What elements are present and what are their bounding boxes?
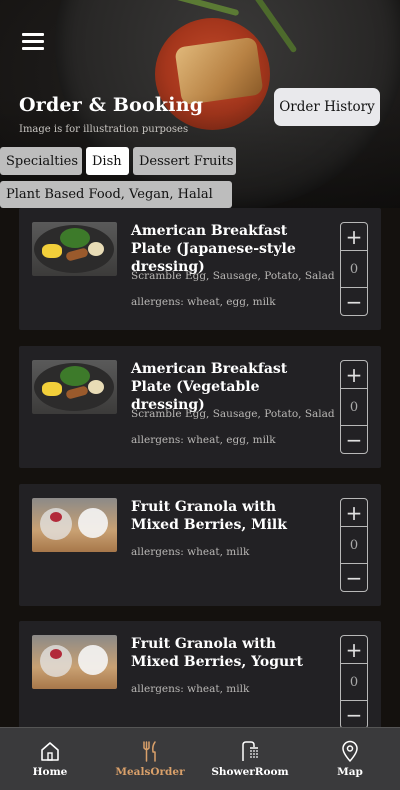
nav-label: ShowerRoom [211, 766, 289, 778]
quantity-value: 0 [349, 674, 359, 690]
increment-button[interactable]: + [341, 223, 367, 251]
nav-label: Map [337, 766, 363, 778]
tab-specialties[interactable]: Specialties [0, 147, 82, 175]
image-disclaimer: Image is for illustration purposes [19, 124, 189, 135]
dish-title: Fruit Granola with Mixed Berries, Yogurt [131, 636, 304, 670]
decrement-button[interactable]: − [341, 287, 367, 315]
shower-icon [242, 741, 258, 761]
tab-plant-based[interactable]: Plant Based Food, Vegan, Halal [0, 181, 232, 208]
increment-button[interactable]: + [341, 499, 367, 527]
quantity-stepper: + 0 − [340, 222, 368, 316]
decrement-button[interactable]: − [341, 563, 367, 591]
dish-title: American Breakfast Plate (Japanese-style… [131, 223, 296, 275]
quantity-value: 0 [349, 261, 359, 277]
tab-dish[interactable]: Dish [86, 147, 129, 175]
decrement-button[interactable]: − [341, 425, 367, 453]
menu-item-card: Fruit Granola with Mixed Berries, Yogurt… [19, 621, 381, 727]
quantity-stepper: + 0 − [340, 635, 368, 727]
nav-label: MealsOrder [115, 766, 185, 778]
home-icon [41, 742, 59, 761]
menu-item-card: Fruit Granola with Mixed Berries, Milk a… [19, 484, 381, 606]
nav-shower-room[interactable]: ShowerRoom [200, 728, 300, 790]
dish-allergens: allergens: wheat, egg, milk [131, 296, 276, 308]
dish-title: Fruit Granola with Mixed Berries, Milk [131, 499, 287, 533]
menu-item-list[interactable]: American Breakfast Plate (Japanese-style… [0, 208, 400, 727]
page-title: Order & Booking [19, 94, 204, 116]
dish-image [32, 498, 117, 552]
dish-description: Scramble Egg, Sausage, Potato, Salad [131, 408, 335, 420]
hamburger-menu-icon[interactable] [22, 33, 44, 51]
nav-label: Home [32, 766, 68, 778]
nav-home[interactable]: Home [0, 728, 100, 790]
increment-button[interactable]: + [341, 636, 367, 664]
increment-button[interactable]: + [341, 361, 367, 389]
dish-allergens: allergens: wheat, milk [131, 546, 250, 558]
map-pin-icon [342, 740, 358, 762]
dish-allergens: allergens: wheat, egg, milk [131, 434, 276, 446]
quantity-value: 0 [349, 537, 359, 553]
menu-item-card: American Breakfast Plate (Japanese-style… [19, 208, 381, 330]
bottom-navigation: Home MealsOrder ShowerRoom Map [0, 727, 400, 790]
header-banner: Order & Booking Image is for illustratio… [0, 0, 400, 208]
nav-meals-order[interactable]: MealsOrder [100, 728, 200, 790]
dish-image [32, 360, 117, 414]
dish-image [32, 635, 117, 689]
dish-title: American Breakfast Plate (Vegetable dres… [131, 361, 288, 413]
dish-description: Scramble Egg, Sausage, Potato, Salad [131, 270, 335, 282]
order-history-button[interactable]: Order History [274, 88, 380, 126]
dish-allergens: allergens: wheat, milk [131, 683, 250, 695]
tab-dessert-fruits[interactable]: Dessert Fruits [133, 147, 236, 175]
quantity-stepper: + 0 − [340, 360, 368, 454]
decrement-button[interactable]: − [341, 700, 367, 727]
menu-item-card: American Breakfast Plate (Vegetable dres… [19, 346, 381, 468]
quantity-stepper: + 0 − [340, 498, 368, 592]
nav-map[interactable]: Map [300, 728, 400, 790]
dish-image [32, 222, 117, 276]
quantity-value: 0 [349, 399, 359, 415]
cutlery-icon [143, 741, 156, 762]
